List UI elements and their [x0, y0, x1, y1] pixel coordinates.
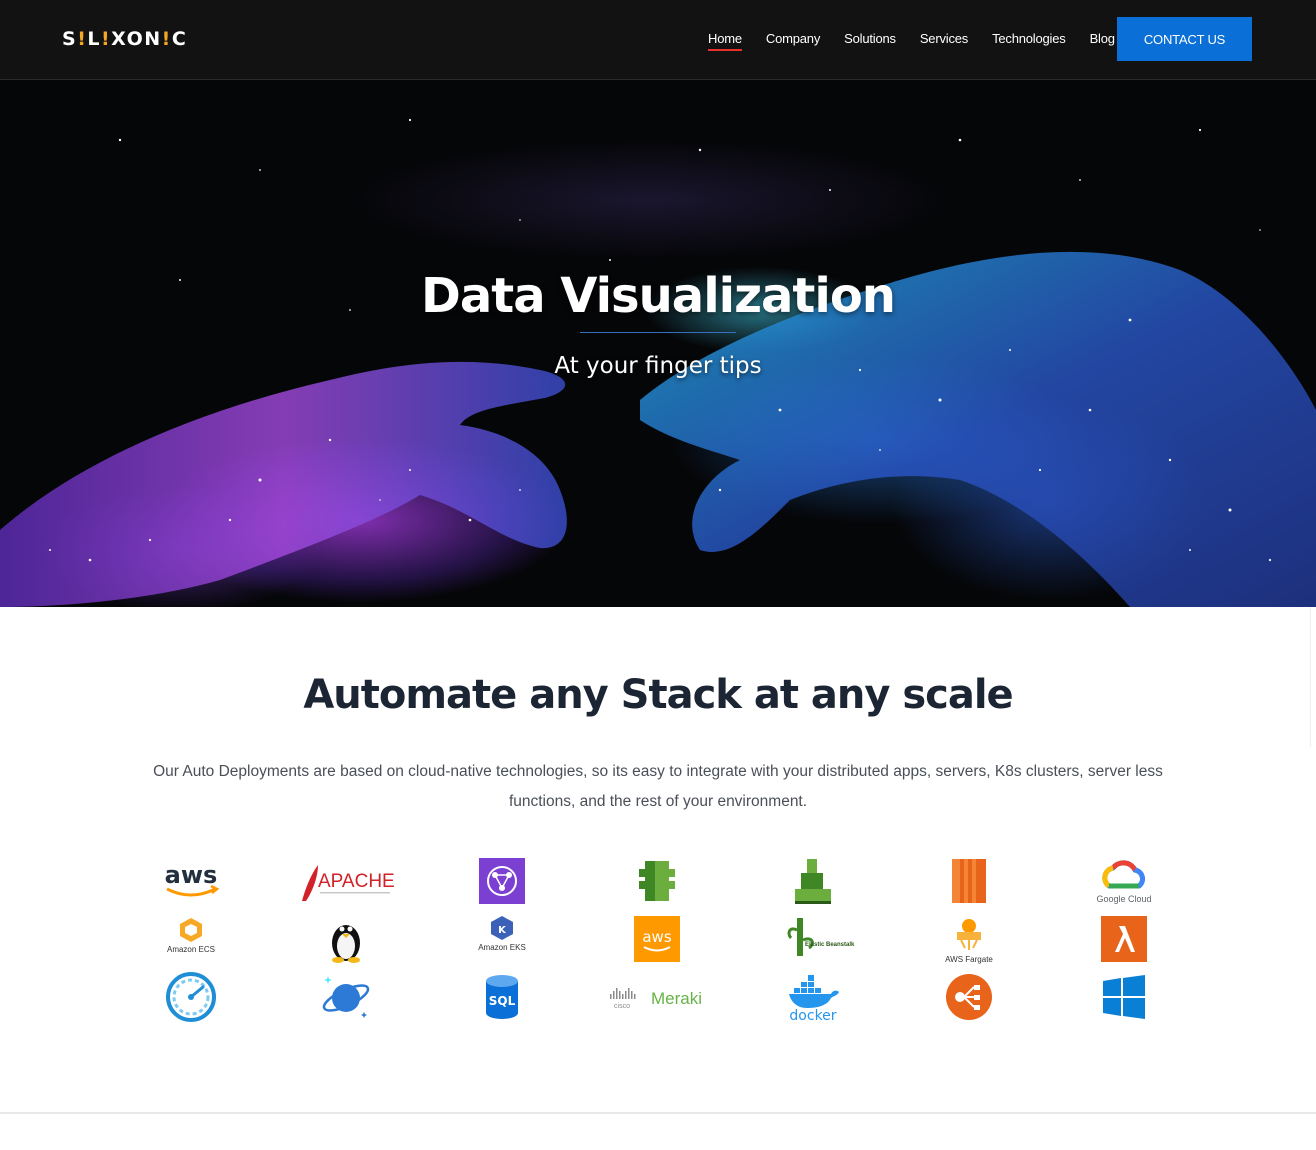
app-mesh-icon [478, 858, 525, 904]
apache-feather-icon: APACHE [302, 865, 395, 901]
svg-text:cisco: cisco [614, 1003, 630, 1010]
aws-icon: aws [164, 861, 220, 897]
amazon-ecs-text: Amazon ECS [167, 945, 215, 954]
nav-item-company[interactable]: Company [766, 29, 820, 49]
site-header: S!L!XON!C Home Company Solutions Service… [0, 0, 1316, 80]
beanstalk-icon: Elastic Beanstalk [787, 918, 855, 956]
scroll-edge [1310, 607, 1316, 747]
amazon-eks-icon: K Amazon EKS [478, 916, 526, 952]
aws-app-mesh-icon [424, 852, 580, 910]
stack-section-title: Automate any Stack at any scale [303, 672, 1013, 718]
lambda-icon [1101, 916, 1148, 962]
azure-cosmos-planet-icon [323, 976, 370, 1018]
elastic-beanstalk-text: Elastic Beanstalk [805, 942, 855, 948]
aws-logo-text: aws [164, 861, 217, 889]
windows-logo [1046, 968, 1202, 1026]
codedeploy-icon [639, 861, 676, 901]
nav-item-technologies[interactable]: Technologies [992, 29, 1066, 49]
hero-banner: Data Visualization At your finger tips [0, 80, 1316, 607]
nav-item-blog[interactable]: Blog [1090, 29, 1115, 49]
elastic-load-balancer-icon [945, 974, 992, 1020]
cisco-meraki-icon: cisco Meraki [610, 988, 702, 1010]
nav-item-home[interactable]: Home [708, 29, 742, 51]
logo-part: S [62, 28, 78, 50]
aws-fargate-icon: AWS Fargate [945, 919, 993, 964]
aws-ec2-icon [891, 852, 1047, 910]
logo-part: XON [111, 28, 162, 50]
azure-sql-icon: SQL [424, 968, 580, 1026]
google-cloud-text: Google Cloud [1097, 894, 1152, 904]
azure-sql-database-icon: SQL [485, 975, 518, 1019]
aws-code-icon [580, 852, 736, 910]
hero-title: Data Visualization [421, 268, 896, 324]
azure-sql-text: SQL [489, 994, 516, 1008]
aws-badge-icon: aws [580, 910, 736, 968]
amazon-eks-text: Amazon EKS [478, 943, 526, 952]
nav-item-services[interactable]: Services [920, 29, 968, 49]
hero-divider [580, 332, 736, 333]
logo-part: ! [161, 28, 172, 50]
aws-lambda-icon [1046, 910, 1202, 968]
speedometer-gauge-icon [165, 972, 216, 1022]
tux-penguin-icon [332, 925, 361, 963]
aws-elastic-container-icon [735, 852, 891, 910]
google-cloud-icon: Google Cloud [1097, 860, 1152, 904]
docker-whale-icon: docker [789, 975, 840, 1024]
aws-fargate-text: AWS Fargate [945, 955, 993, 964]
section-divider [0, 1112, 1316, 1114]
elastic-container-icon [795, 859, 832, 904]
amazon-ecs-logo: Amazon ECS [113, 910, 269, 968]
aws-fargate-logo: AWS Fargate [891, 910, 1047, 968]
amazon-eks-logo: K Amazon EKS [424, 910, 580, 968]
hero-subtitle: At your finger tips [554, 353, 762, 379]
aws-orange-badge: aws [634, 916, 681, 962]
apache-logo: APACHE [269, 852, 425, 910]
silixonic-logo[interactable]: S!L!XON!C [62, 27, 187, 51]
amazon-ecs-icon: Amazon ECS [167, 918, 215, 954]
windows-icon [1103, 975, 1146, 1019]
docker-logo: docker [735, 968, 891, 1026]
speedometer-icon [113, 968, 269, 1026]
logo-part: C [171, 28, 188, 50]
technology-logo-grid: aws APACHE Google Cloud Amazon ECS K Ama… [113, 852, 1202, 1026]
galaxy-hands-image [0, 118, 1316, 607]
apache-logo-text: APACHE [318, 871, 395, 892]
cisco-meraki-logo: cisco Meraki [580, 968, 736, 1026]
linux-tux-icon [269, 910, 425, 968]
left-hand-shape [0, 361, 567, 607]
elastic-beanstalk-icon: Elastic Beanstalk [735, 910, 891, 968]
cosmos-db-icon [269, 968, 425, 1026]
cisco-meraki-text: Meraki [651, 989, 702, 1008]
contact-us-button[interactable]: CONTACT US [1117, 17, 1252, 61]
svg-text:K: K [498, 925, 507, 936]
aws-logo: aws [113, 852, 269, 910]
google-cloud-logo: Google Cloud [1046, 852, 1202, 910]
docker-text: docker [789, 1008, 836, 1024]
logo-part: L [87, 28, 101, 50]
main-nav: Home Company Solutions Services Technolo… [708, 29, 1115, 51]
logo-part: ! [77, 28, 88, 50]
logo-part: ! [100, 28, 112, 50]
load-balancer-icon [891, 968, 1047, 1026]
ec2-icon [951, 859, 986, 903]
stack-section-description: Our Auto Deployments are based on cloud-… [153, 763, 1163, 810]
nav-item-solutions[interactable]: Solutions [844, 29, 896, 49]
aws-badge-text: aws [643, 928, 672, 946]
